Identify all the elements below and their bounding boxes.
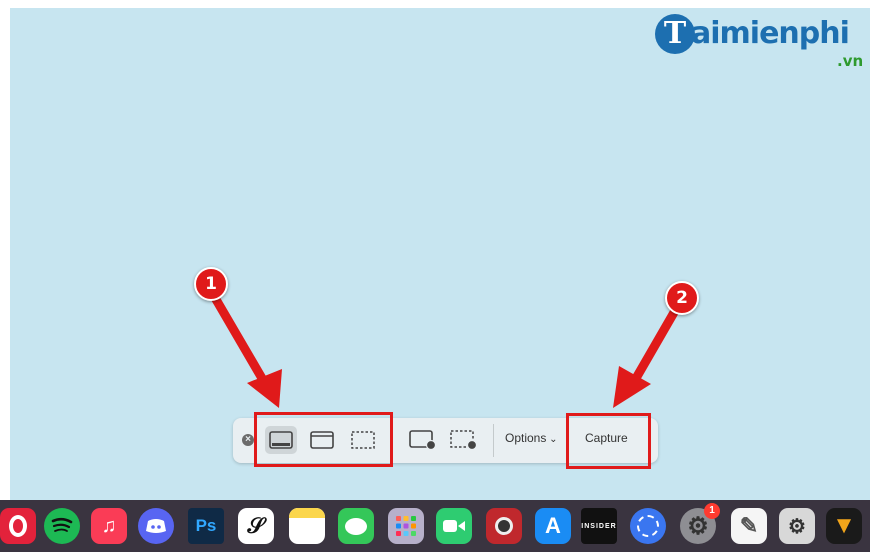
signal-icon bbox=[637, 515, 659, 537]
photoshop-icon: Ps bbox=[195, 516, 217, 535]
messages-icon bbox=[345, 517, 367, 535]
dock-app-insider[interactable]: INSIDER bbox=[581, 508, 617, 544]
music-icon: ♫ bbox=[101, 514, 117, 537]
notification-badge: 1 bbox=[704, 503, 720, 519]
dock-app-photo-booth[interactable] bbox=[486, 508, 522, 544]
arrow-1 bbox=[209, 291, 282, 408]
dock-app-signal[interactable] bbox=[630, 508, 666, 544]
annotation-badge-1: 1 bbox=[194, 267, 228, 301]
spotify-icon bbox=[51, 517, 73, 532]
dock-app-automator[interactable]: ⚙ bbox=[779, 508, 815, 544]
dock-app-notes[interactable] bbox=[289, 508, 325, 544]
launchpad-icon bbox=[396, 516, 416, 536]
photo-booth-icon bbox=[495, 517, 513, 535]
facetime-icon bbox=[443, 520, 465, 532]
opera-icon bbox=[9, 515, 27, 537]
insider-icon: INSIDER bbox=[581, 522, 617, 530]
dock-app-photoshop[interactable]: Ps bbox=[188, 508, 224, 544]
app-store-icon: A bbox=[545, 513, 561, 538]
dock: ♫ Ps 𝒮 A INSIDER ⚙ 1 ✎ ⚙ ▼ bbox=[0, 500, 870, 552]
dock-app-spotify[interactable] bbox=[44, 508, 80, 544]
discord-icon bbox=[146, 519, 166, 533]
automator-icon: ⚙ bbox=[788, 515, 806, 538]
annotation-arrows bbox=[209, 291, 681, 408]
dock-app-music[interactable]: ♫ bbox=[91, 508, 127, 544]
dock-app-facetime[interactable] bbox=[436, 508, 472, 544]
dock-app-messages[interactable] bbox=[338, 508, 374, 544]
dock-app-system-preferences[interactable]: ⚙ 1 bbox=[680, 503, 720, 544]
notes-icon bbox=[289, 508, 325, 518]
dock-app-vector[interactable]: ▼ bbox=[826, 508, 862, 544]
textedit-icon: ✎ bbox=[739, 513, 759, 538]
annotation-badge-2: 2 bbox=[665, 281, 699, 315]
dock-app-app-store[interactable]: A bbox=[535, 508, 571, 544]
dock-app-textedit[interactable]: ✎ bbox=[731, 508, 767, 544]
dock-app-opera[interactable] bbox=[0, 508, 36, 544]
dock-app-discord[interactable] bbox=[138, 508, 174, 544]
dock-app-launchpad[interactable] bbox=[388, 508, 424, 544]
dock-app-ink[interactable]: 𝒮 bbox=[238, 508, 274, 544]
arrow-2 bbox=[613, 304, 681, 408]
vector-icon: ▼ bbox=[832, 512, 856, 539]
ink-icon: 𝒮 bbox=[247, 513, 265, 538]
